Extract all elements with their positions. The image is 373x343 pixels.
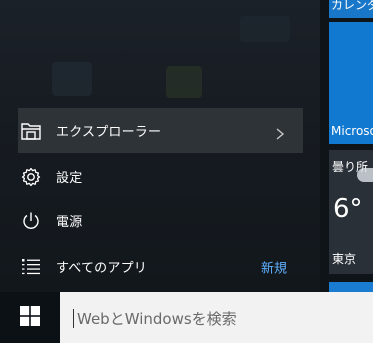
menu-item-label: エクスプローラー [56, 125, 162, 140]
chevron-right-icon [275, 125, 285, 140]
blurred-background [166, 66, 202, 98]
weather-temperature: 6° [333, 194, 363, 224]
start-menu: エクスプローラー 設定 電源 すべてのアプリ 新規 [0, 0, 320, 292]
calendar-tile[interactable]: カレンダー [329, 0, 373, 18]
tile[interactable] [329, 282, 373, 292]
list-icon [20, 256, 42, 278]
menu-item-settings[interactable]: 設定 [18, 154, 303, 199]
search-input[interactable] [75, 304, 369, 334]
power-icon [20, 210, 42, 232]
blurred-background [52, 62, 92, 96]
windows-logo-icon [20, 305, 40, 330]
menu-item-label: すべてのアプリ [56, 261, 147, 276]
cloud-icon [357, 168, 373, 182]
tile-label: Microsoft [331, 124, 373, 138]
menu-item-explorer[interactable]: エクスプローラー [18, 108, 303, 153]
menu-item-all-apps[interactable]: すべてのアプリ 新規 [18, 244, 303, 289]
taskbar [0, 292, 373, 343]
gear-icon [20, 166, 42, 188]
start-button[interactable] [0, 292, 60, 343]
tile-label: カレンダー [331, 0, 373, 12]
weather-city: 東京 [332, 252, 357, 266]
menu-item-power[interactable]: 電源 [18, 198, 303, 243]
text-caret [73, 309, 74, 328]
weather-tile[interactable]: 曇り所 6° 東京 [329, 150, 373, 274]
new-badge: 新規 [260, 261, 287, 276]
menu-item-label: 設定 [56, 171, 83, 186]
blurred-background [240, 16, 290, 42]
file-explorer-icon [20, 120, 42, 142]
search-box[interactable] [60, 292, 373, 343]
mail-tile[interactable]: Microsoft [329, 22, 373, 144]
tiles-panel: カレンダー Microsoft 曇り所 6° 東京 [320, 0, 373, 292]
menu-item-label: 電源 [56, 215, 83, 230]
